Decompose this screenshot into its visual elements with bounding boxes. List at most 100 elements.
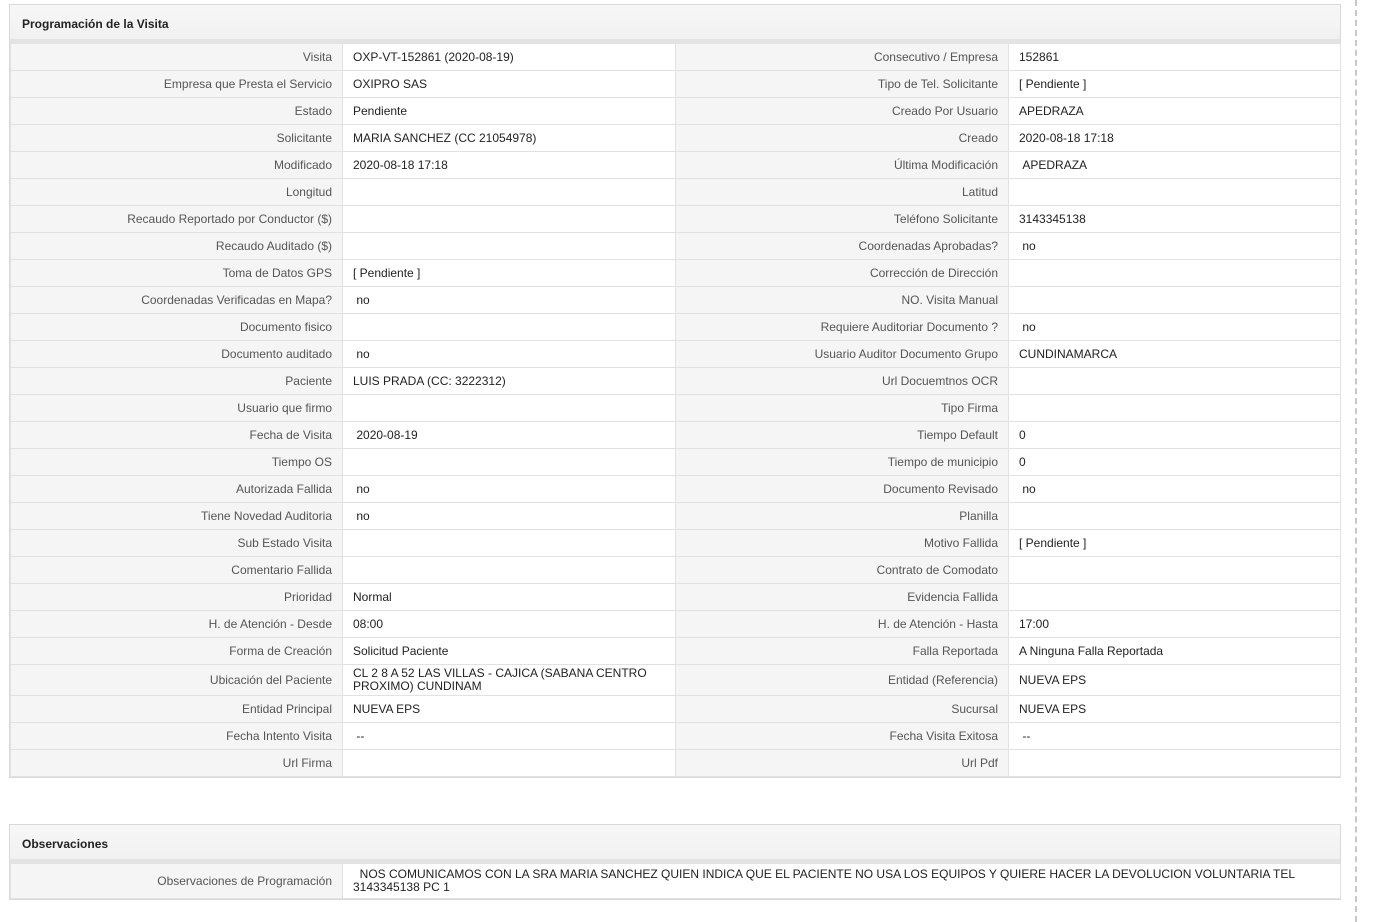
field-label: Documento fisico [10,313,343,341]
table-row: Comentario Fallida Contrato de Comodato [10,556,1341,584]
field-value: no [342,340,676,368]
field-value: OXP-VT-152861 (2020-08-19) [342,43,676,71]
field-value: 2020-08-18 17:18 [342,151,676,179]
programacion-panel: Programación de la Visita Visita OXP-VT-1… [9,4,1341,778]
field-label: Coordenadas Aprobadas? [675,232,1009,260]
field-value: 2020-08-18 17:18 [1008,124,1341,152]
table-row: Longitud Latitud [10,178,1341,206]
table-row: Recaudo Auditado ($) Coordenadas Aprobada… [10,232,1341,260]
field-value: APEDRAZA [1008,97,1341,125]
field-value: 0 [1008,448,1341,476]
field-value [342,749,676,777]
observaciones-table: Observaciones de Programación NOS COMUNI… [10,863,1341,899]
table-row: Documento fisico Requiere Auditoriar Docu… [10,313,1341,341]
field-label: Longitud [10,178,343,206]
field-label: Motivo Fallida [675,529,1009,557]
field-label: Recaudo Auditado ($) [10,232,343,260]
field-value: no [342,286,676,314]
field-label: Tiempo OS [10,448,343,476]
field-value: 17:00 [1008,610,1341,638]
table-row: Autorizada Fallida no Documento Revisado … [10,475,1341,503]
field-label: Fecha de Visita [10,421,343,449]
field-value [1008,394,1341,422]
field-label: Contrato de Comodato [675,556,1009,584]
field-label: Tipo Firma [675,394,1009,422]
field-label: NO. Visita Manual [675,286,1009,314]
field-value: MARIA SANCHEZ (CC 21054978) [342,124,676,152]
table-row: Entidad Principal NUEVA EPS Sucursal NUEVA … [10,695,1341,723]
field-label: Consecutivo / Empresa [675,43,1009,71]
field-value [1008,749,1341,777]
table-row: Documento auditado no Usuario Auditor Doc… [10,340,1341,368]
field-value: no [342,502,676,530]
field-label: Url Firma [10,749,343,777]
field-value: 0 [1008,421,1341,449]
field-label: H. de Atención - Hasta [675,610,1009,638]
observaciones-panel: Observaciones Observaciones de Programac… [9,824,1341,900]
field-label: Tipo de Tel. Solicitante [675,70,1009,98]
field-label: Recaudo Reportado por Conductor ($) [10,205,343,233]
field-value: APEDRAZA [1008,151,1341,179]
field-value [342,448,676,476]
field-label: Observaciones de Programación [10,863,343,899]
field-label: Url Pdf [675,749,1009,777]
panel-title: Observaciones [10,825,1340,863]
field-label: Visita [10,43,343,71]
field-label: Entidad Principal [10,695,343,723]
field-label: Usuario que firmo [10,394,343,422]
field-label: Fecha Visita Exitosa [675,722,1009,750]
table-row: H. de Atención - Desde 08:00 H. de Atenció… [10,610,1341,638]
field-value: NUEVA EPS [1008,695,1341,723]
table-row: Empresa que Presta el Servicio OXIPRO SAS… [10,70,1341,98]
table-row: Prioridad Normal Evidencia Fallida [10,583,1341,611]
field-value [1008,583,1341,611]
field-value [342,178,676,206]
field-value: Normal [342,583,676,611]
table-row: Estado Pendiente Creado Por Usuario APEDRAZ… [10,97,1341,125]
field-value [1008,259,1341,287]
field-label: Tiene Novedad Auditoria [10,502,343,530]
field-label: Comentario Fallida [10,556,343,584]
field-value [342,529,676,557]
field-label: Solicitante [10,124,343,152]
field-value: 3143345138 [1008,205,1341,233]
table-row: Url Firma Url Pdf [10,749,1341,777]
field-value: [ Pendiente ] [1008,70,1341,98]
field-label: Toma de Datos GPS [10,259,343,287]
table-row: Visita OXP-VT-152861 (2020-08-19) Consecut… [10,43,1341,71]
field-value: -- [342,722,676,750]
table-row: Observaciones de Programación NOS COMUNI… [10,863,1341,899]
field-label: Sucursal [675,695,1009,723]
field-value: Pendiente [342,97,676,125]
field-label: Última Modificación [675,151,1009,179]
field-label: Planilla [675,502,1009,530]
field-label: Url Docuemtnos OCR [675,367,1009,395]
page: Programación de la Visita Visita OXP-VT-1… [0,0,1382,922]
field-label: Paciente [10,367,343,395]
field-label: Requiere Auditoriar Documento ? [675,313,1009,341]
field-label: Documento Revisado [675,475,1009,503]
field-label: Modificado [10,151,343,179]
field-label: Coordenadas Verificadas en Mapa? [10,286,343,314]
field-label: Empresa que Presta el Servicio [10,70,343,98]
field-value: no [1008,475,1341,503]
field-label: Ubicación del Paciente [10,664,343,696]
table-row: Fecha Intento Visita -- Fecha Visita Exit… [10,722,1341,750]
table-row: Paciente LUIS PRADA (CC: 3222312) Url Docu… [10,367,1341,395]
field-value [342,313,676,341]
table-row: Tiempo OS Tiempo de municipio 0 [10,448,1341,476]
field-label: Teléfono Solicitante [675,205,1009,233]
field-value: [ Pendiente ] [342,259,676,287]
field-value: NUEVA EPS [342,695,676,723]
field-label: H. de Atención - Desde [10,610,343,638]
field-value [342,232,676,260]
field-label: Latitud [675,178,1009,206]
field-value [1008,286,1341,314]
field-value: no [1008,232,1341,260]
field-value: no [342,475,676,503]
field-label: Documento auditado [10,340,343,368]
field-label: Evidencia Fallida [675,583,1009,611]
table-row: Usuario que firmo Tipo Firma [10,394,1341,422]
table-row: Solicitante MARIA SANCHEZ (CC 21054978) Cr… [10,124,1341,152]
field-label: Usuario Auditor Documento Grupo [675,340,1009,368]
